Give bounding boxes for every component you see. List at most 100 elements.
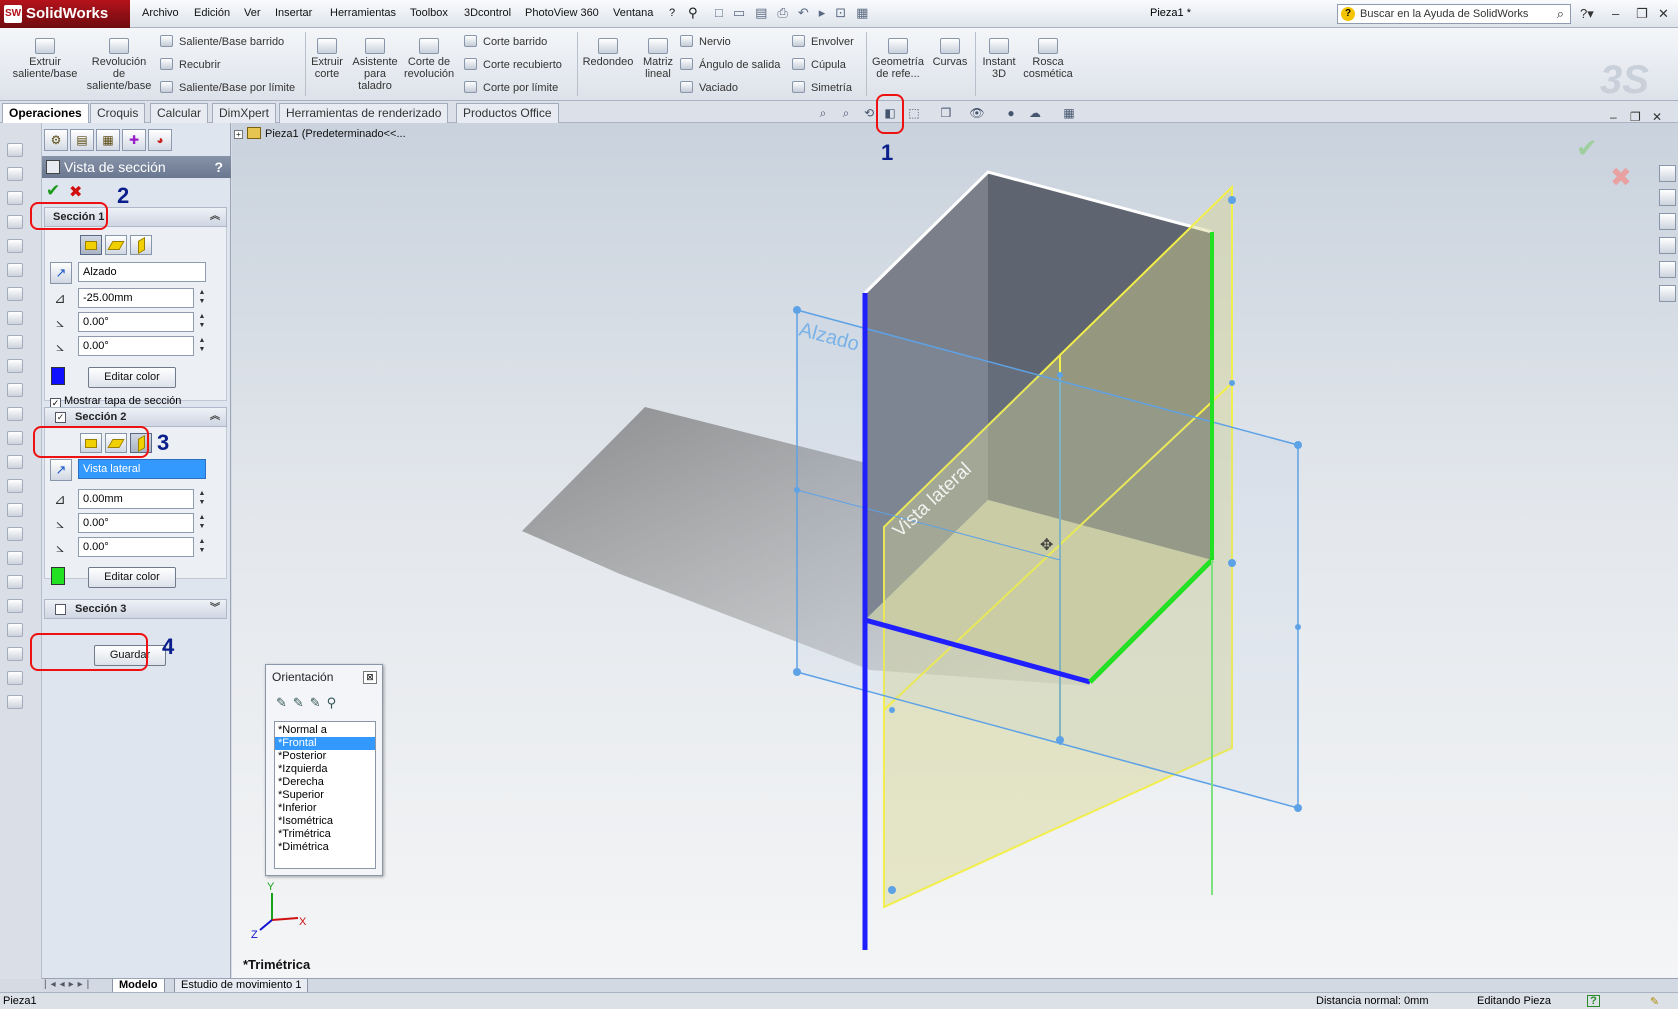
tab-operaciones[interactable]: Operaciones xyxy=(2,103,89,123)
section2-angle-x-spinner[interactable]: ▲ ▼ xyxy=(197,513,207,533)
feature-icon[interactable] xyxy=(7,527,23,541)
section2-header[interactable]: ✓ Sección 2 ︽ xyxy=(44,407,227,427)
section1-angle-y-input[interactable]: 0.00° xyxy=(78,336,194,356)
section1-plane-field[interactable]: Alzado xyxy=(78,262,206,282)
feature-icon[interactable] xyxy=(7,407,23,421)
viewport-minimize-icon[interactable]: – xyxy=(1610,110,1617,124)
orientation-tools-icons[interactable]: ✎✎✎⚲ xyxy=(276,695,342,711)
section2-angle-y-input[interactable]: 0.00° xyxy=(78,537,194,557)
hide-show-items-icon[interactable]: 👁 xyxy=(968,106,986,122)
cancel-x-icon[interactable]: ✖ xyxy=(69,182,82,202)
solidworks-logo[interactable]: SW SolidWorks xyxy=(0,0,130,28)
list-item[interactable]: *Trimétrica xyxy=(275,828,375,841)
feature-icon[interactable] xyxy=(7,599,23,613)
tab-modelo[interactable]: Modelo xyxy=(112,979,165,993)
feature-icon[interactable] xyxy=(7,695,23,709)
tab-office-products[interactable]: Productos Office xyxy=(456,103,559,123)
wrap-button[interactable]: Envolver xyxy=(792,35,854,48)
tab-motion-study[interactable]: Estudio de movimiento 1 xyxy=(174,979,309,993)
list-item[interactable]: *Superior xyxy=(275,789,375,802)
feature-icon[interactable] xyxy=(7,143,23,157)
menu-edicion[interactable]: Edición xyxy=(194,7,230,19)
reference-plane-selector-icon[interactable]: ↗ xyxy=(50,262,72,284)
right-plane-button[interactable] xyxy=(130,235,152,255)
menu-toolbox[interactable]: Toolbox xyxy=(410,7,448,19)
section3-header[interactable]: Sección 3 ︾ xyxy=(44,599,227,619)
status-help-icon[interactable]: ? xyxy=(1587,995,1600,1007)
fillet-button[interactable]: Redondeo xyxy=(580,38,636,68)
draft-button[interactable]: Ángulo de salida xyxy=(680,58,780,71)
home-icon[interactable] xyxy=(1659,165,1676,182)
menu-3dcontrol[interactable]: 3Dcontrol xyxy=(464,7,511,19)
loft-button[interactable]: Recubrir xyxy=(160,58,221,71)
feature-icon[interactable] xyxy=(7,503,23,517)
curves-button[interactable]: Curvas xyxy=(928,38,972,68)
feature-icon[interactable] xyxy=(7,215,23,229)
list-item[interactable]: *Derecha xyxy=(275,776,375,789)
viewport-restore-icon[interactable]: ❐ xyxy=(1630,110,1641,124)
minimize-icon[interactable]: – xyxy=(1612,6,1619,21)
list-item[interactable]: *Frontal xyxy=(275,737,375,750)
boundary-boss-button[interactable]: Saliente/Base por límite xyxy=(160,81,295,94)
zoom-to-fit-icon[interactable]: ⌕ xyxy=(814,106,832,122)
help-menu-icon[interactable]: ?▾ xyxy=(1580,6,1594,22)
section2-checkbox[interactable]: ✓ xyxy=(55,412,66,423)
feature-icon[interactable] xyxy=(7,455,23,469)
feature-icon[interactable] xyxy=(7,431,23,445)
tab-scroll-arrows-icon[interactable]: |◂◂▸▸| xyxy=(44,979,93,990)
swept-boss-button[interactable]: Saliente/Base barrido xyxy=(160,35,284,48)
section1-offset-spinner[interactable]: ▲ ▼ xyxy=(197,288,207,308)
menu-photoview[interactable]: PhotoView 360 xyxy=(525,7,599,19)
rib-button[interactable]: Nervio xyxy=(680,35,731,48)
section1-angle-x-input[interactable]: 0.00° xyxy=(78,312,194,332)
feature-icon[interactable] xyxy=(7,623,23,637)
menu-ventana[interactable]: Ventana xyxy=(613,7,653,19)
orientation-close-icon[interactable]: ⊠ xyxy=(363,671,377,684)
custom-properties-icon[interactable] xyxy=(1659,285,1676,302)
reference-plane-selector-icon[interactable]: ↗ xyxy=(50,459,72,481)
display-manager-tab-icon[interactable]: ◕ xyxy=(148,129,172,151)
tab-croquis[interactable]: Croquis xyxy=(90,103,146,123)
feature-icon[interactable] xyxy=(7,191,23,205)
feature-icon[interactable] xyxy=(7,383,23,397)
dome-button[interactable]: Cúpula xyxy=(792,58,846,71)
view-palette-icon[interactable] xyxy=(1659,237,1676,254)
zoom-to-area-icon[interactable]: ⌕ xyxy=(837,106,855,122)
revolve-cut-button[interactable]: Corte de revolución xyxy=(404,38,454,80)
reference-geometry-button[interactable]: Geometría de refe... xyxy=(870,38,926,80)
pin-icon[interactable]: ⚲ xyxy=(688,5,698,21)
section2-offset-spinner[interactable]: ▲ ▼ xyxy=(197,489,207,509)
list-item[interactable]: *Posterior xyxy=(275,750,375,763)
section2-angle-y-spinner[interactable]: ▲ ▼ xyxy=(197,537,207,557)
property-manager-tab-icon[interactable]: ▤ xyxy=(70,129,94,151)
orientation-dialog[interactable]: Orientación ⊠ ✎✎✎⚲ *Normal a *Frontal *P… xyxy=(265,664,383,876)
list-item[interactable]: *Dimétrica xyxy=(275,841,375,854)
feature-manager-tab-icon[interactable]: ⚙ xyxy=(44,129,68,151)
menu-archivo[interactable]: Archivo xyxy=(142,7,179,19)
collapse-chevron-icon[interactable]: ︽ xyxy=(210,208,220,226)
graphics-area[interactable]: Alzado Vista lateral ✥ Y X Z xyxy=(232,123,1678,978)
confirm-corner-ok-icon[interactable]: ✔ xyxy=(1576,133,1598,164)
section2-angle-x-input[interactable]: 0.00° xyxy=(78,513,194,533)
library-icon[interactable] xyxy=(1659,189,1676,206)
viewport-close-icon[interactable]: ✕ xyxy=(1652,110,1662,124)
status-rebuild-icon[interactable]: ✎ xyxy=(1650,995,1659,1008)
section1-angle-y-spinner[interactable]: ▲ ▼ xyxy=(197,336,207,356)
tab-calcular[interactable]: Calcular xyxy=(150,103,209,123)
confirm-corner-cancel-icon[interactable]: ✖ xyxy=(1610,162,1632,193)
orientation-view-list[interactable]: *Normal a *Frontal *Posterior *Izquierda… xyxy=(274,721,376,869)
ok-check-icon[interactable]: ✔ xyxy=(46,181,60,201)
tab-render-tools[interactable]: Herramientas de renderizado xyxy=(279,103,449,123)
close-icon[interactable]: ✕ xyxy=(1658,6,1669,22)
menu-help[interactable]: ? xyxy=(669,7,675,19)
feature-icon[interactable] xyxy=(7,239,23,253)
list-item[interactable]: *Normal a xyxy=(275,724,375,737)
flyout-feature-tree[interactable]: + Pieza1 (Predeterminado<<... xyxy=(234,127,406,140)
revolve-boss-button[interactable]: Revolución de saliente/base xyxy=(86,38,152,92)
boundary-cut-button[interactable]: Corte por límite xyxy=(464,81,558,94)
section1-offset-input[interactable]: -25.00mm xyxy=(78,288,194,308)
feature-icon[interactable] xyxy=(7,647,23,661)
menu-herramientas[interactable]: Herramientas xyxy=(330,7,396,19)
swept-cut-button[interactable]: Corte barrido xyxy=(464,35,547,48)
view-orientation-icon[interactable]: ⬚ xyxy=(905,106,923,122)
